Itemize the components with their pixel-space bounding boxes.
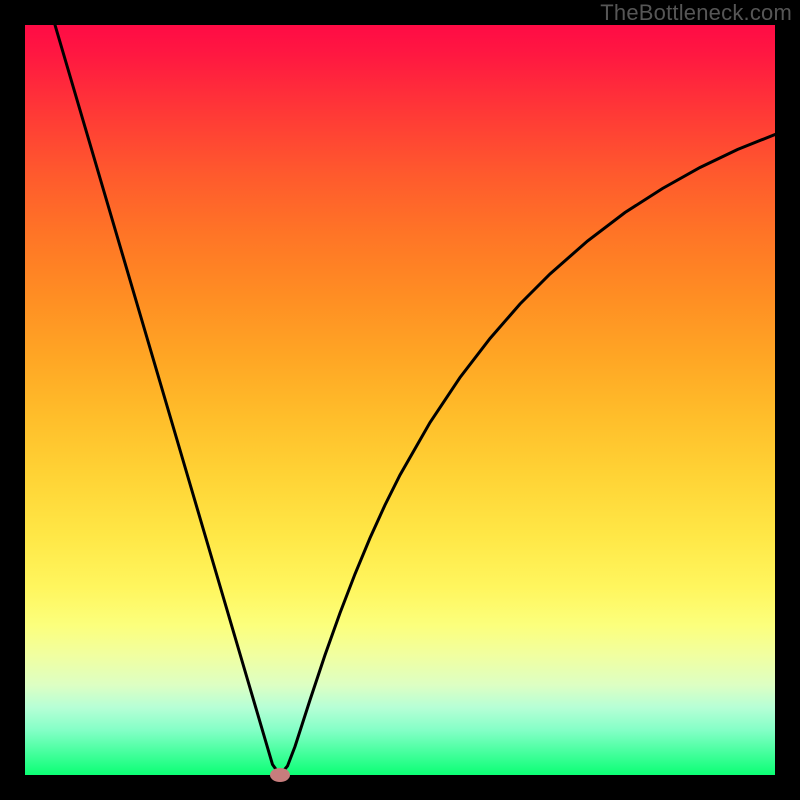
plot-area — [25, 25, 775, 775]
bottleneck-curve — [55, 25, 775, 775]
chart-frame: TheBottleneck.com — [0, 0, 800, 800]
watermark-text: TheBottleneck.com — [600, 0, 792, 26]
minimum-marker — [270, 768, 290, 782]
curve-svg — [25, 25, 775, 775]
